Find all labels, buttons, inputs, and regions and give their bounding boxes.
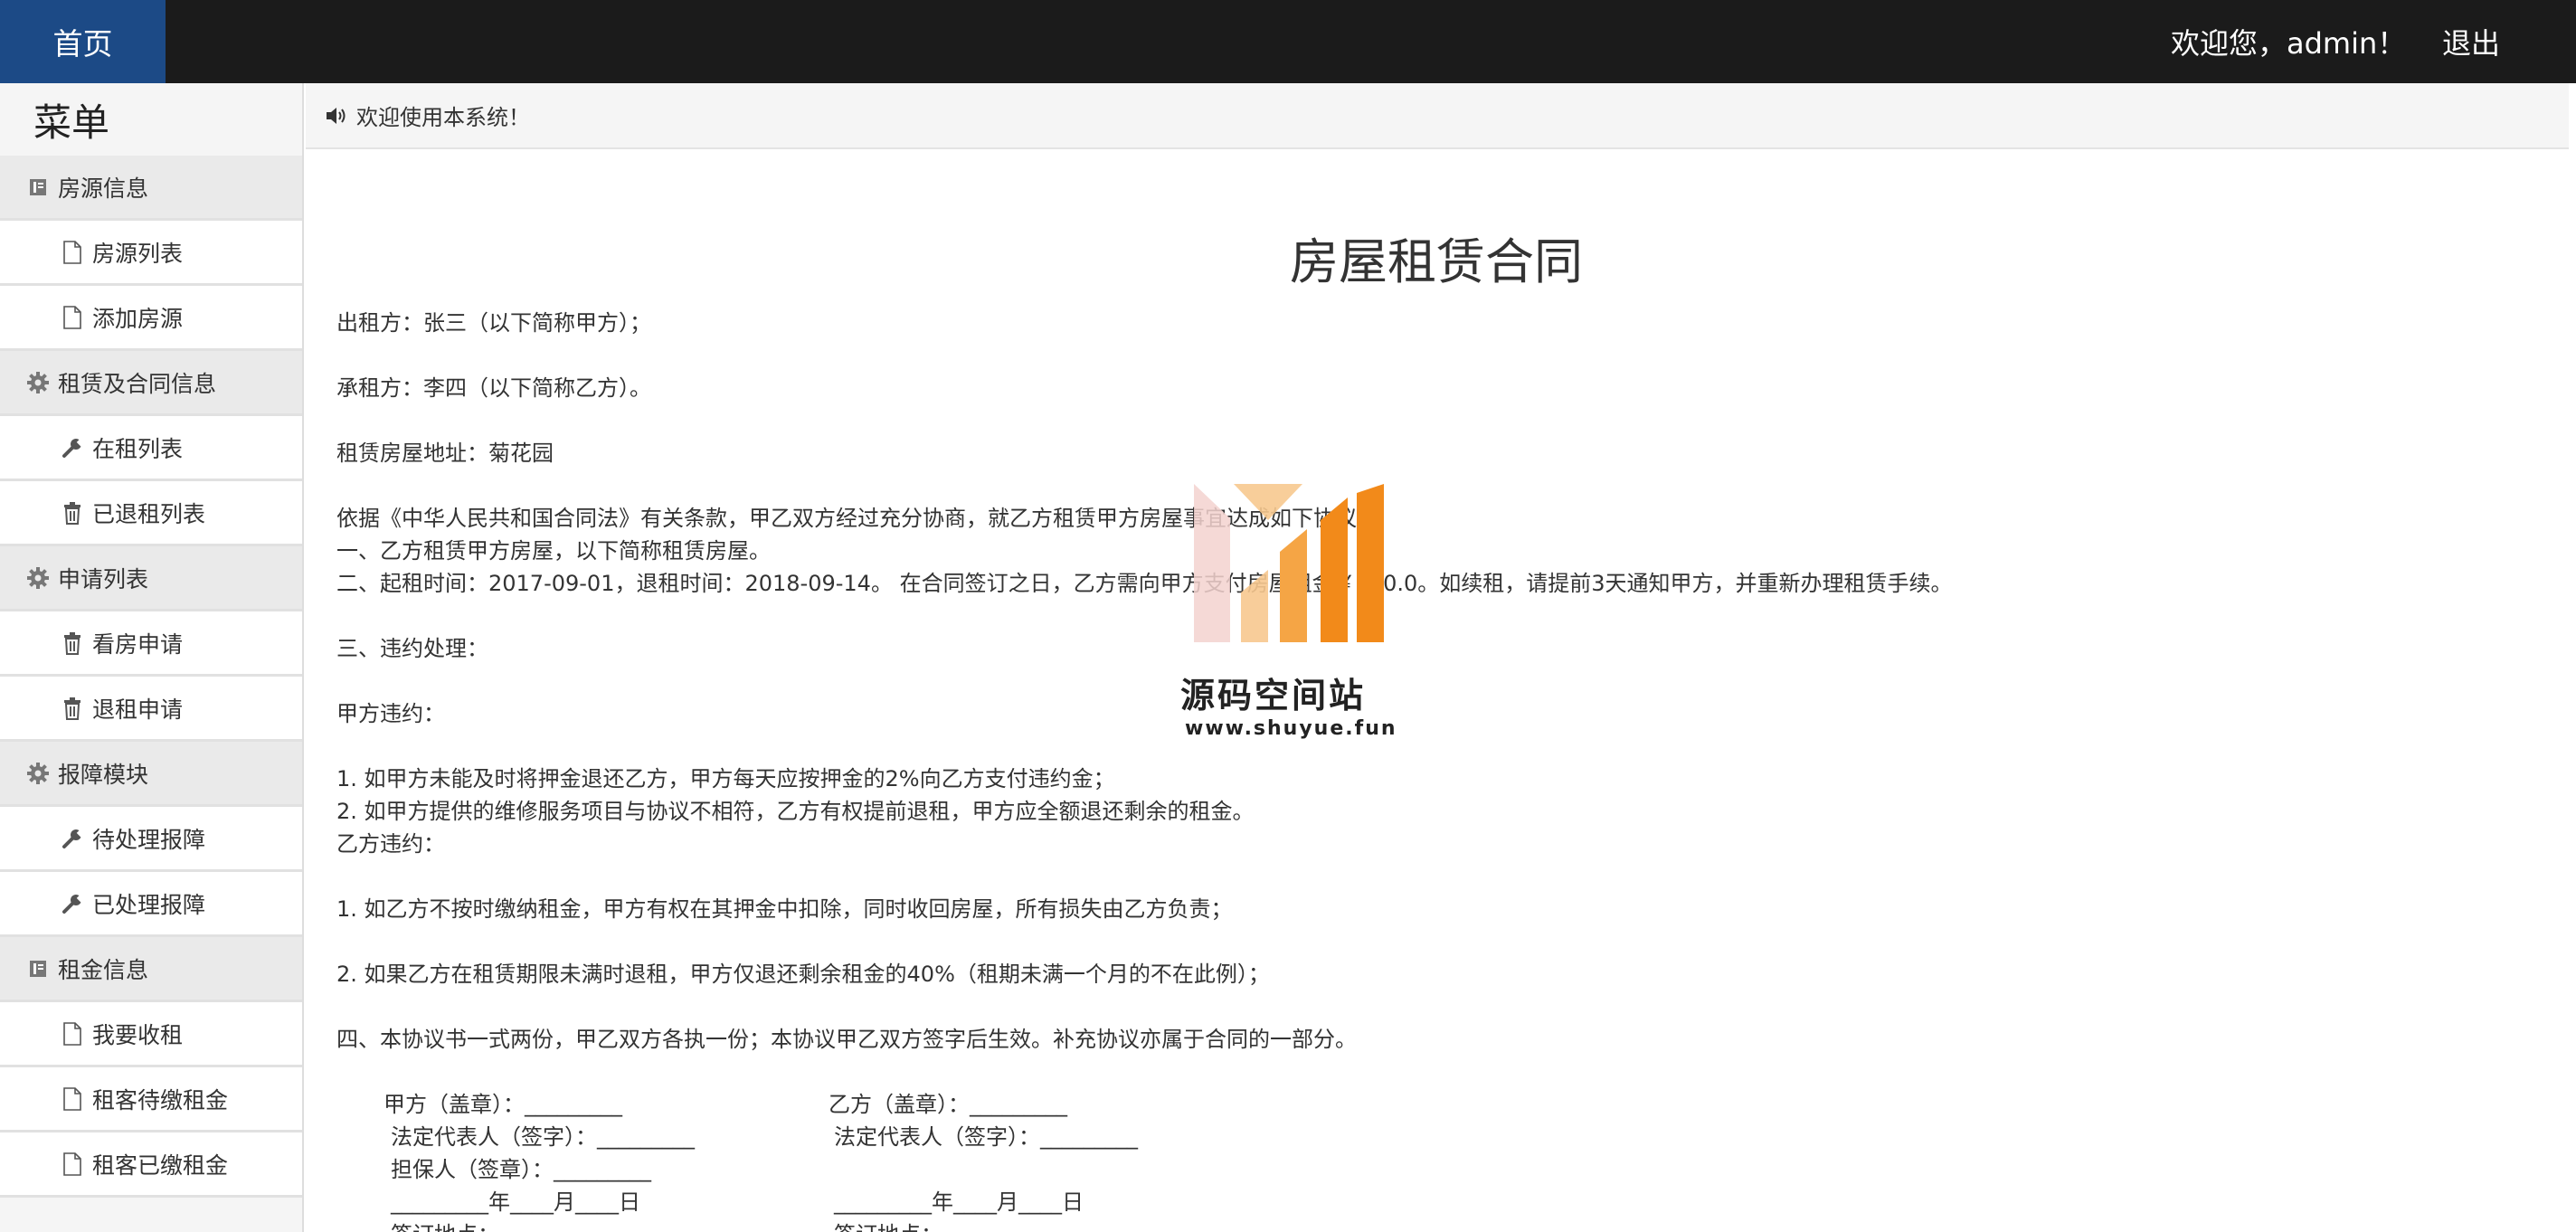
party-a-place: 签订地点： [391, 1217, 499, 1232]
logout-link[interactable]: 退出 [2442, 0, 2500, 83]
lessor-line: 出租方：张三（以下简称甲方）； [336, 310, 651, 336]
sidebar-section-label: 房源信息 [58, 175, 149, 202]
sidebar-item-unpaid-rent[interactable]: 租客待缴租金 [0, 1067, 302, 1132]
main-panel: 欢迎使用本系统！ 房屋租赁合同 出租方：张三（以下简称甲方）； 承租方：李四（以… [306, 83, 2569, 1232]
sidebar-item-label: 在租列表 [92, 435, 184, 462]
welcome-user-text: 欢迎您，admin！ [2171, 26, 2407, 61]
gear-icon [25, 370, 51, 395]
file-icon [60, 1151, 85, 1177]
file-icon [60, 305, 85, 330]
file-icon [60, 240, 85, 265]
sidebar-item-label: 待处理报障 [92, 826, 206, 853]
sidebar-section-rent-info[interactable]: 租金信息 [0, 937, 302, 1002]
home-tab[interactable]: 首页 [0, 0, 166, 83]
sidebar-item-add-property[interactable]: 添加房源 [0, 286, 302, 351]
sidebar-item-label: 已退租列表 [92, 500, 206, 527]
wrench-icon [60, 891, 85, 916]
party-a-breach-2: 2. 如甲方提供的维修服务项目与协议不相符，乙方有权提前退租，甲方应全额退还剩余… [336, 799, 1255, 824]
wrench-icon [60, 435, 85, 460]
party-b-date: _________年____月____日 [834, 1189, 1084, 1215]
sidebar-section-repairs[interactable]: 报障模块 [0, 742, 302, 807]
sidebar-item-label: 租客已缴租金 [92, 1151, 229, 1179]
watermark-url: www.shuyue.fun [1185, 717, 1397, 740]
address-line: 租赁房屋地址：菊花园 [336, 441, 554, 466]
party-b-seal: 乙方（盖章）：_________ [829, 1092, 1067, 1117]
clause-1: 一、乙方租赁甲方房屋，以下简称租赁房屋。 [336, 538, 771, 564]
clause-4: 四、本协议书一式两份，甲乙双方各执一份；本协议甲乙双方签字后生效。补充协议亦属于… [336, 1027, 1357, 1052]
sidebar-item-label: 看房申请 [92, 630, 184, 658]
party-a-seal: 甲方（盖章）：_________ [384, 1092, 622, 1117]
trash-icon [60, 630, 85, 656]
speaker-icon [324, 103, 349, 128]
clause-2: 二、起租时间：2017-09-01，退租时间：2018-09-14。 在合同签订… [336, 571, 1953, 596]
gear-icon [25, 565, 51, 591]
party-a-breach-heading: 甲方违约： [336, 701, 445, 726]
trash-icon [60, 500, 85, 526]
party-b-breach-heading: 乙方违约： [336, 831, 445, 857]
watermark-name: 源码空间站 [1180, 676, 1367, 716]
contract-document: 房屋租赁合同 出租方：张三（以下简称甲方）； 承租方：李四（以下简称乙方）。 租… [306, 151, 2569, 1232]
sidebar-item-label: 添加房源 [92, 305, 184, 332]
sidebar-item-pending-repairs[interactable]: 待处理报障 [0, 807, 302, 872]
sidebar-item-checkout-requests[interactable]: 退租申请 [0, 677, 302, 742]
menu-title: 菜单 [33, 100, 110, 145]
file-icon [60, 1086, 85, 1112]
sidebar: 菜单 房源信息 房源列表 添加房源 租赁及合同信息 在租列表 已退租列表 申请列… [0, 83, 304, 1232]
party-b-place: 签订地点： [834, 1217, 942, 1232]
sidebar-item-property-list[interactable]: 房源列表 [0, 221, 302, 286]
book-icon [25, 956, 51, 981]
sidebar-item-label: 租客待缴租金 [92, 1086, 229, 1114]
notice-bar: 欢迎使用本系统！ [306, 83, 2569, 149]
sidebar-section-label: 租赁及合同信息 [58, 370, 217, 397]
sidebar-item-renting-list[interactable]: 在租列表 [0, 416, 302, 481]
sidebar-section-property-info[interactable]: 房源信息 [0, 156, 302, 221]
sidebar-item-label: 已处理报障 [92, 891, 206, 918]
file-icon [60, 1021, 85, 1047]
clause-3: 三、违约处理： [336, 636, 488, 661]
sidebar-section-label: 报障模块 [58, 761, 149, 788]
party-a-date: _________年____月____日 [391, 1189, 640, 1215]
sidebar-item-label: 房源列表 [92, 240, 184, 267]
sidebar-item-label: 退租申请 [92, 696, 184, 723]
sidebar-item-viewing-requests[interactable]: 看房申请 [0, 611, 302, 677]
sidebar-item-paid-rent[interactable]: 租客已缴租金 [0, 1132, 302, 1198]
party-a-representative: 法定代表人（签字）：_________ [391, 1124, 695, 1150]
sidebar-item-collect-rent[interactable]: 我要收租 [0, 1002, 302, 1067]
party-b-breach-2: 2. 如果乙方在租赁期限未满时退租，甲方仅退还剩余租金的40%（租期未满一个月的… [336, 962, 1270, 987]
book-icon [25, 175, 51, 200]
top-navbar: 首页 欢迎您，admin！ 退出 [0, 0, 2576, 83]
gear-icon [25, 761, 51, 786]
contract-title: 房屋租赁合同 [1290, 233, 1583, 290]
sidebar-section-label: 租金信息 [58, 956, 149, 983]
party-b-breach-1: 1. 如乙方不按时缴纳租金，甲方有权在其押金中扣除，同时收回房屋，所有损失由乙方… [336, 896, 1233, 922]
notice-text: 欢迎使用本系统！ [356, 105, 530, 130]
watermark-logo [1194, 484, 1384, 642]
trash-icon [60, 696, 85, 721]
party-b-representative: 法定代表人（签字）：_________ [834, 1124, 1138, 1150]
sidebar-item-processed-repairs[interactable]: 已处理报障 [0, 872, 302, 937]
sidebar-section-label: 申请列表 [58, 565, 149, 592]
sidebar-section-applications[interactable]: 申请列表 [0, 546, 302, 611]
guarantor-signature: 担保人（签章）：_________ [391, 1157, 651, 1182]
wrench-icon [60, 826, 85, 851]
lessee-line: 承租方：李四（以下简称乙方）。 [336, 375, 651, 401]
sidebar-item-label: 我要收租 [92, 1021, 184, 1048]
sidebar-section-lease-contract[interactable]: 租赁及合同信息 [0, 351, 302, 416]
sidebar-item-returned-list[interactable]: 已退租列表 [0, 481, 302, 546]
party-a-breach-1: 1. 如甲方未能及时将押金退还乙方，甲方每天应按押金的2%向乙方支付违约金； [336, 766, 1115, 791]
